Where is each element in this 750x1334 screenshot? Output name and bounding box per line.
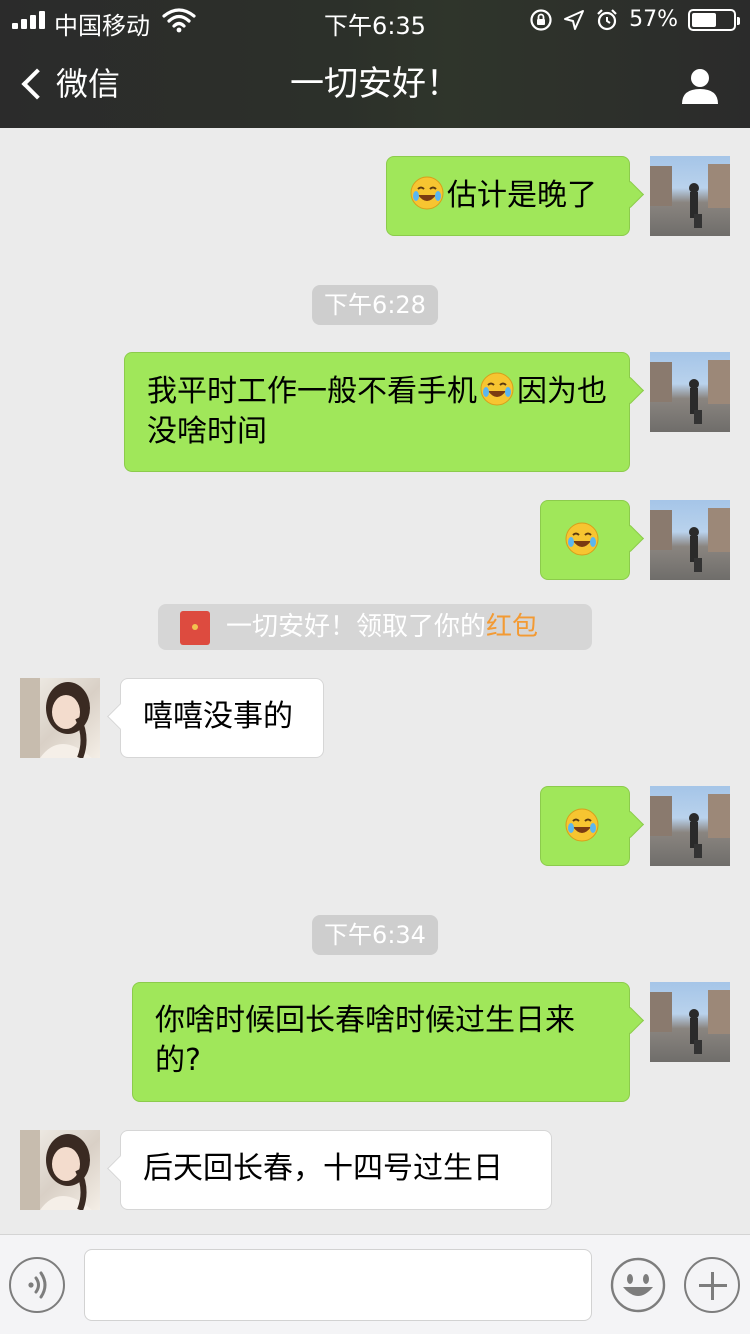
plus-icon[interactable] [684, 1257, 740, 1313]
tears-of-joy-emoji [480, 372, 514, 406]
battery-icon [688, 9, 740, 31]
my-avatar[interactable] [650, 352, 730, 432]
message-row: 嘻嘻没事的 [0, 678, 750, 758]
voice-button[interactable] [9, 1257, 65, 1313]
timestamp: 下午6:34 [312, 915, 438, 955]
message-bubble[interactable]: 后天回长春，十四号过生日 [120, 1130, 552, 1210]
wifi-icon [162, 8, 196, 33]
alarm-icon [597, 9, 617, 31]
my-avatar[interactable] [650, 156, 730, 236]
message-row: 我平时工作一般不看手机 因为也没啥时间 [0, 352, 750, 472]
tears-of-joy-emoji [410, 176, 444, 210]
message-text-part: 我平时工作一般不看手机 [147, 374, 477, 409]
chevron-left-icon [21, 68, 53, 100]
my-avatar[interactable] [650, 786, 730, 866]
message-row [0, 786, 750, 866]
top-bar: 中国移动 下午6:35 57% 微信 一切安好！ [0, 0, 750, 128]
message-text: 嘻嘻没事的 [143, 699, 293, 734]
contact-avatar[interactable] [20, 1130, 100, 1210]
status-bar: 中国移动 下午6:35 57% [0, 0, 750, 40]
timestamp: 下午6:28 [312, 285, 438, 325]
message-text: 后天回长春，十四号过生日 [143, 1151, 503, 1186]
red-packet-link[interactable]: 红包 [486, 612, 538, 642]
red-packet-icon [180, 611, 210, 645]
signal-icon [12, 11, 45, 29]
my-avatar[interactable] [650, 982, 730, 1062]
message-bubble[interactable]: 你啥时候回长春啥时候过生日来的? [132, 982, 630, 1102]
message-bubble[interactable]: 嘻嘻没事的 [120, 678, 324, 758]
location-icon [564, 10, 585, 30]
input-bar [0, 1234, 750, 1334]
emoji-icon[interactable] [610, 1257, 666, 1313]
contact-avatar[interactable] [20, 678, 100, 758]
user-icon[interactable] [680, 66, 720, 106]
message-bubble[interactable] [540, 500, 630, 580]
voice-icon [28, 1271, 47, 1299]
notice-text: 一切安好！领取了你的 [226, 612, 487, 642]
message-row: 后天回长春，十四号过生日 [0, 1130, 750, 1210]
red-packet-notice: 一切安好！领取了你的红包 [158, 604, 592, 650]
message-input[interactable] [84, 1249, 592, 1321]
navigation-bar: 微信 一切安好！ [0, 40, 750, 128]
message-text: 估计是晚了 [447, 178, 597, 213]
message-bubble[interactable]: 估计是晚了 [386, 156, 630, 236]
carrier-name: 中国移动 [54, 12, 150, 40]
battery-percent: 57% [629, 7, 678, 32]
back-button[interactable]: 微信 [18, 60, 120, 108]
message-row: 估计是晚了 [0, 128, 750, 238]
back-label: 微信 [56, 65, 121, 103]
my-avatar[interactable] [650, 500, 730, 580]
message-text: 你啥时候回长春啥时候过生日来的? [155, 1003, 575, 1078]
tears-of-joy-emoji [565, 522, 599, 556]
message-row [0, 500, 750, 580]
message-row: 你啥时候回长春啥时候过生日来的? [0, 982, 750, 1102]
chat-area[interactable]: 估计是晚了 下午6:28 我平时工作一般不看手机 因为也没啥时间 一切安好！领取了… [0, 128, 750, 1234]
tears-of-joy-emoji [565, 808, 599, 842]
rotation-lock-icon [530, 9, 552, 31]
message-bubble[interactable]: 我平时工作一般不看手机 因为也没啥时间 [124, 352, 630, 472]
message-bubble[interactable] [540, 786, 630, 866]
